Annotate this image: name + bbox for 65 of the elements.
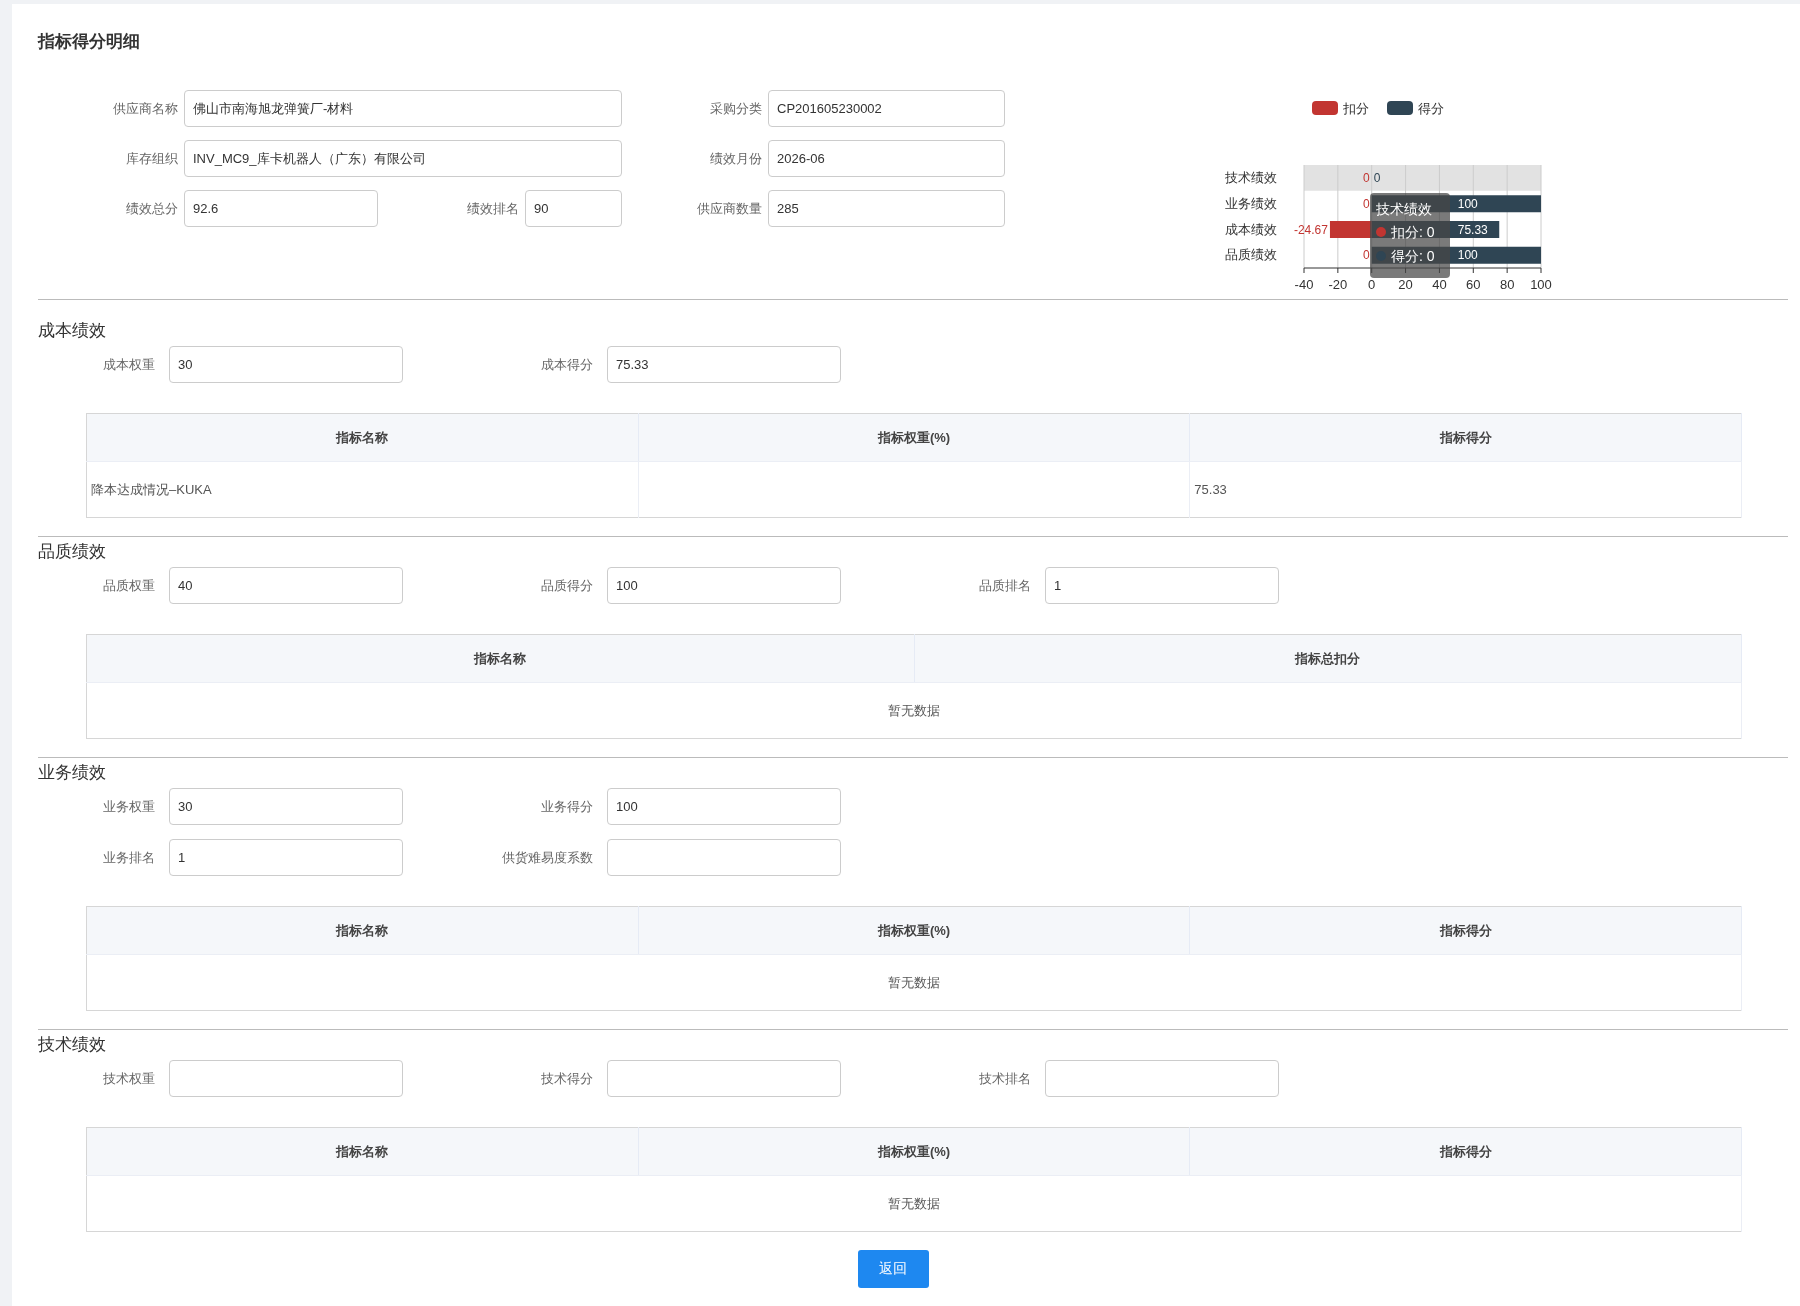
data-label: 100 xyxy=(1457,248,1478,263)
column-header: 指标名称 xyxy=(86,634,914,683)
section-title: 成本绩效 xyxy=(38,320,107,342)
category-label: 业务绩效 xyxy=(1225,195,1277,211)
tooltip-value: 得分: 0 xyxy=(1391,247,1435,266)
data-label: 0 xyxy=(1373,171,1381,185)
category-label: 技术绩效 xyxy=(1225,170,1277,185)
column-header: 指标权重(%) xyxy=(638,413,1190,462)
field-label: 技术排名 xyxy=(978,1069,1032,1088)
field-label: 库存组织 xyxy=(125,149,179,168)
category-label: 品质绩效 xyxy=(1225,247,1277,263)
field-label: 品质权重 xyxy=(102,576,156,595)
field-label: 绩效总分 xyxy=(125,199,179,218)
field-label: 业务排名 xyxy=(102,848,156,867)
section-title: 品质绩效 xyxy=(38,541,107,563)
axis-tick-label: 20 xyxy=(1398,277,1413,292)
axis-tick-label: -40 xyxy=(1294,277,1314,292)
tooltip-value: 扣分: 0 xyxy=(1391,223,1435,242)
field-label: 绩效月份 xyxy=(709,149,763,168)
data-label: 0 xyxy=(1363,196,1370,211)
column-header: 指标总扣分 xyxy=(914,634,1742,683)
field-label: 业务权重 xyxy=(102,797,156,816)
table-cell: 降本达成情况–KUKA xyxy=(86,461,639,518)
data-label: 75.33 xyxy=(1457,222,1488,237)
empty-message: 暂无数据 xyxy=(86,1175,1742,1232)
tooltip-title: 技术绩效 xyxy=(1376,200,1433,219)
legend-label: 扣分 xyxy=(1342,101,1369,116)
field-label: 绩效排名 xyxy=(466,199,520,218)
field-label: 供应商名称 xyxy=(112,99,179,118)
field-label: 技术得分 xyxy=(540,1069,594,1088)
column-header: 指标得分 xyxy=(1189,413,1742,462)
section-title: 技术绩效 xyxy=(38,1034,107,1056)
field-label: 成本得分 xyxy=(540,355,594,374)
column-header: 指标名称 xyxy=(86,906,639,955)
field-label: 业务得分 xyxy=(540,797,594,816)
empty-message: 暂无数据 xyxy=(86,682,1742,739)
category-label: 成本绩效 xyxy=(1225,221,1277,237)
column-header: 指标名称 xyxy=(86,1127,639,1176)
column-header: 指标权重(%) xyxy=(638,906,1190,955)
data-label: 0 xyxy=(1363,171,1370,185)
data-label: -24.67 xyxy=(1293,222,1328,237)
empty-message: 暂无数据 xyxy=(86,954,1742,1011)
field-label: 采购分类 xyxy=(709,99,763,118)
axis-tick-label: 0 xyxy=(1368,277,1376,292)
column-header: 指标名称 xyxy=(86,413,639,462)
field-label: 品质排名 xyxy=(978,576,1032,595)
legend-label: 得分 xyxy=(1418,101,1444,116)
column-header: 指标得分 xyxy=(1189,1127,1742,1176)
table-cell: 75.33 xyxy=(1189,461,1742,518)
axis-tick-label: 40 xyxy=(1432,277,1447,292)
section-title: 业务绩效 xyxy=(38,762,107,784)
column-header: 指标得分 xyxy=(1189,906,1742,955)
axis-tick-label: 80 xyxy=(1499,277,1515,292)
axis-tick-label: -20 xyxy=(1328,277,1348,292)
field-label: 供应商数量 xyxy=(696,199,763,218)
axis-tick-label: 100 xyxy=(1530,277,1552,292)
page-title: 指标得分明细 xyxy=(38,31,141,53)
data-label: 100 xyxy=(1457,196,1478,211)
axis-tick-label: 60 xyxy=(1466,277,1481,292)
data-label: 0 xyxy=(1363,248,1370,263)
field-label: 品质得分 xyxy=(540,576,594,595)
field-label: 供货难易度系数 xyxy=(501,848,594,867)
column-header: 指标权重(%) xyxy=(638,1127,1190,1176)
field-label: 技术权重 xyxy=(102,1069,156,1088)
field-label: 成本权重 xyxy=(102,355,156,374)
